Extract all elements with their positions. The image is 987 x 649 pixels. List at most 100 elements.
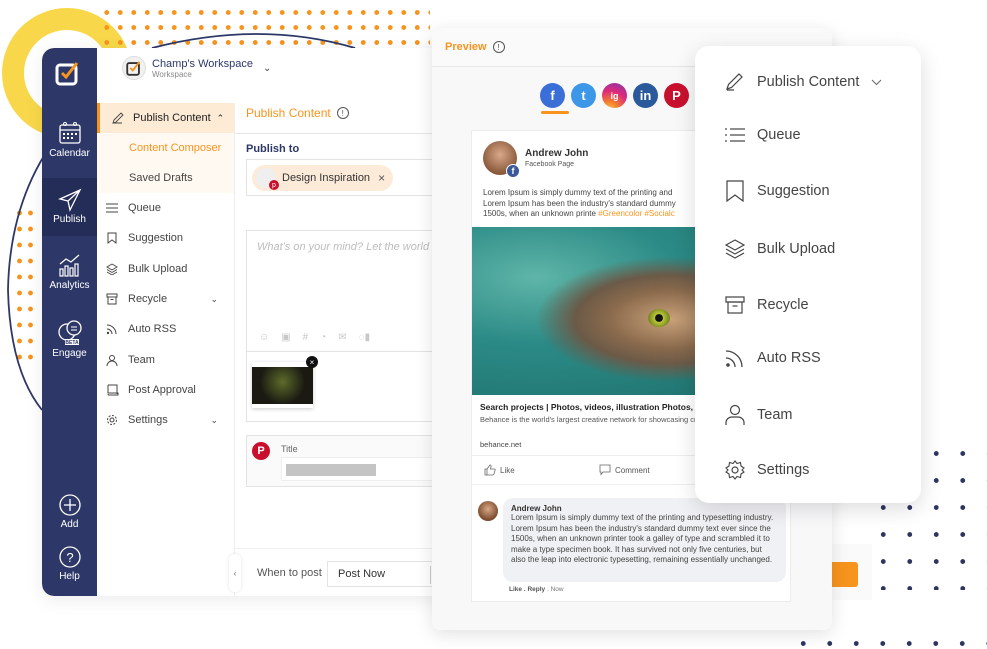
menu-item-suggestion[interactable]: Suggestion	[724, 180, 830, 202]
subnav-item-suggestion[interactable]: Suggestion	[97, 223, 234, 253]
menu-item-settings[interactable]: Settings	[724, 460, 809, 480]
pencil-icon	[112, 112, 124, 124]
tab-twitter[interactable]: t	[571, 83, 596, 108]
rail-item-analytics[interactable]: Analytics	[42, 252, 97, 291]
app-window: Calendar Publish Analytics BETA Engage A…	[42, 48, 462, 596]
plus-circle-icon	[58, 494, 81, 516]
subnav-label: Bulk Upload	[128, 262, 188, 275]
tab-linkedin[interactable]: in	[633, 83, 658, 108]
menu-label: Recycle	[757, 297, 809, 313]
beta-badge: BETA	[65, 340, 79, 346]
comment-like-link[interactable]: Like	[509, 586, 522, 593]
rail-label: Calendar	[49, 148, 90, 159]
commenter-name: Andrew John	[511, 504, 562, 513]
subnav-item-bulk-upload[interactable]: Bulk Upload	[97, 254, 234, 284]
decorative-orange-dots-left	[14, 205, 36, 365]
subnav-label: Team	[128, 353, 155, 366]
rail-item-engage[interactable]: BETA Engage	[42, 318, 97, 359]
tab-facebook[interactable]: f	[540, 83, 565, 108]
chart-icon[interactable]: ◔	[320, 332, 326, 343]
post-hashtags[interactable]: #Greencolor #Socialc	[598, 209, 674, 218]
comment-meta: Like . Reply . Now	[509, 586, 564, 593]
publish-to-field[interactable]: p Design Inspiration ×	[246, 159, 462, 196]
tab-instagram[interactable]: ig	[602, 83, 627, 108]
network-tabs: f t ig in P	[540, 83, 689, 108]
menu-item-team[interactable]: Team	[724, 404, 792, 426]
active-tab-indicator	[541, 111, 569, 114]
workspace-switcher[interactable]: Champ's Workspace Workspace ⌄	[122, 56, 271, 80]
menu-item-queue[interactable]: Queue	[724, 127, 801, 143]
decorative-orange-dots	[100, 5, 430, 50]
workspace-subtitle: Workspace	[152, 69, 192, 79]
rail-item-calendar[interactable]: Calendar	[42, 120, 97, 159]
divider	[430, 566, 431, 584]
comment-label: Comment	[615, 465, 650, 475]
menu-label: Queue	[757, 127, 801, 143]
facebook-icon: f	[506, 164, 520, 178]
menu-item-auto-rss[interactable]: Auto RSS	[724, 348, 821, 368]
post-author: Andrew John	[525, 148, 589, 159]
editor-toolbar: ☺ ▣ # ◔ ✉ ◌▮	[259, 332, 370, 343]
info-icon[interactable]: !	[336, 107, 349, 119]
workspace-logo-icon	[126, 61, 141, 76]
comment-reply-link[interactable]: Reply	[527, 586, 545, 593]
user-icon	[105, 354, 119, 366]
divider	[235, 133, 462, 134]
media-thumbnail[interactable]: ×	[252, 356, 318, 408]
rail-item-add[interactable]: Add	[42, 493, 97, 530]
subnav-item-auto-rss[interactable]: Auto RSS	[97, 314, 234, 344]
toggle-icon[interactable]: ◌▮	[359, 332, 370, 343]
when-to-post-value: Post Now	[338, 568, 386, 580]
subnav-item-team[interactable]: Team	[97, 344, 234, 374]
like-button[interactable]: Like	[484, 464, 515, 476]
rail-item-publish[interactable]: Publish	[42, 178, 97, 236]
rail-label: Add	[60, 519, 79, 530]
account-chip-label: Design Inspiration	[282, 172, 371, 184]
subnav-label: Auto RSS	[128, 323, 177, 336]
menu-item-recycle[interactable]: Recycle	[724, 295, 809, 315]
menu-item-publish-content[interactable]: Publish Content	[724, 72, 882, 92]
hashtag-icon[interactable]: #	[303, 332, 309, 343]
collapse-sidebar-button[interactable]: ‹	[229, 554, 241, 592]
subnav-header-publish-content[interactable]: Publish Content ⌃	[97, 103, 234, 133]
subnav-item-settings[interactable]: Settings ⌄	[97, 405, 234, 435]
menu-label: Publish Content	[757, 74, 860, 90]
subnav-label: Suggestion	[128, 232, 184, 245]
menu-item-bulk-upload[interactable]: Bulk Upload	[724, 239, 835, 259]
menu-label: Bulk Upload	[757, 241, 836, 257]
pencil-icon	[724, 72, 746, 92]
tab-pinterest[interactable]: P	[664, 83, 689, 108]
subnav-item-recycle[interactable]: Recycle ⌄	[97, 284, 234, 314]
composer-title: Publish Content !	[246, 106, 349, 120]
chevron-down-icon: ⌄	[210, 293, 218, 304]
close-icon[interactable]: ×	[378, 171, 385, 185]
subnav-item-saved-drafts[interactable]: Saved Drafts	[97, 163, 234, 193]
info-icon[interactable]: !	[492, 41, 505, 53]
rail-item-help[interactable]: ? Help	[42, 545, 97, 582]
rail-label: Analytics	[49, 280, 90, 291]
subnav-item-queue[interactable]: Queue	[97, 193, 234, 223]
bookmark-icon	[724, 180, 746, 202]
chat-bubbles-icon: BETA	[57, 320, 82, 346]
workspace-name: Champ's Workspace	[152, 57, 253, 70]
remove-media-icon[interactable]: ×	[306, 356, 318, 368]
account-chip[interactable]: p Design Inspiration ×	[252, 165, 394, 191]
comment-button[interactable]: Comment	[599, 464, 650, 476]
commenter-avatar	[478, 501, 498, 521]
rail-label: Engage	[52, 348, 87, 359]
icon-rail: Calendar Publish Analytics BETA Engage A…	[42, 48, 97, 596]
image-icon[interactable]: ▣	[281, 332, 290, 343]
title-label: Title	[281, 444, 298, 454]
post-editor[interactable]: What's on your mind? Let the world ☺ ▣ #…	[246, 230, 462, 352]
link-title[interactable]: Search projects | Photos, videos, illust…	[480, 402, 693, 412]
subnav-item-content-composer[interactable]: Content Composer	[97, 133, 234, 163]
emoji-icon[interactable]: ☺	[259, 332, 269, 343]
flower-image	[252, 367, 313, 404]
workspace-avatar	[122, 56, 146, 80]
app-logo-icon[interactable]	[55, 60, 81, 86]
menu-label: Auto RSS	[757, 350, 821, 366]
archive-icon	[105, 293, 119, 305]
menu-label: Team	[757, 407, 793, 423]
subnav-item-post-approval[interactable]: Post Approval	[97, 375, 234, 405]
mail-icon[interactable]: ✉	[338, 332, 346, 343]
